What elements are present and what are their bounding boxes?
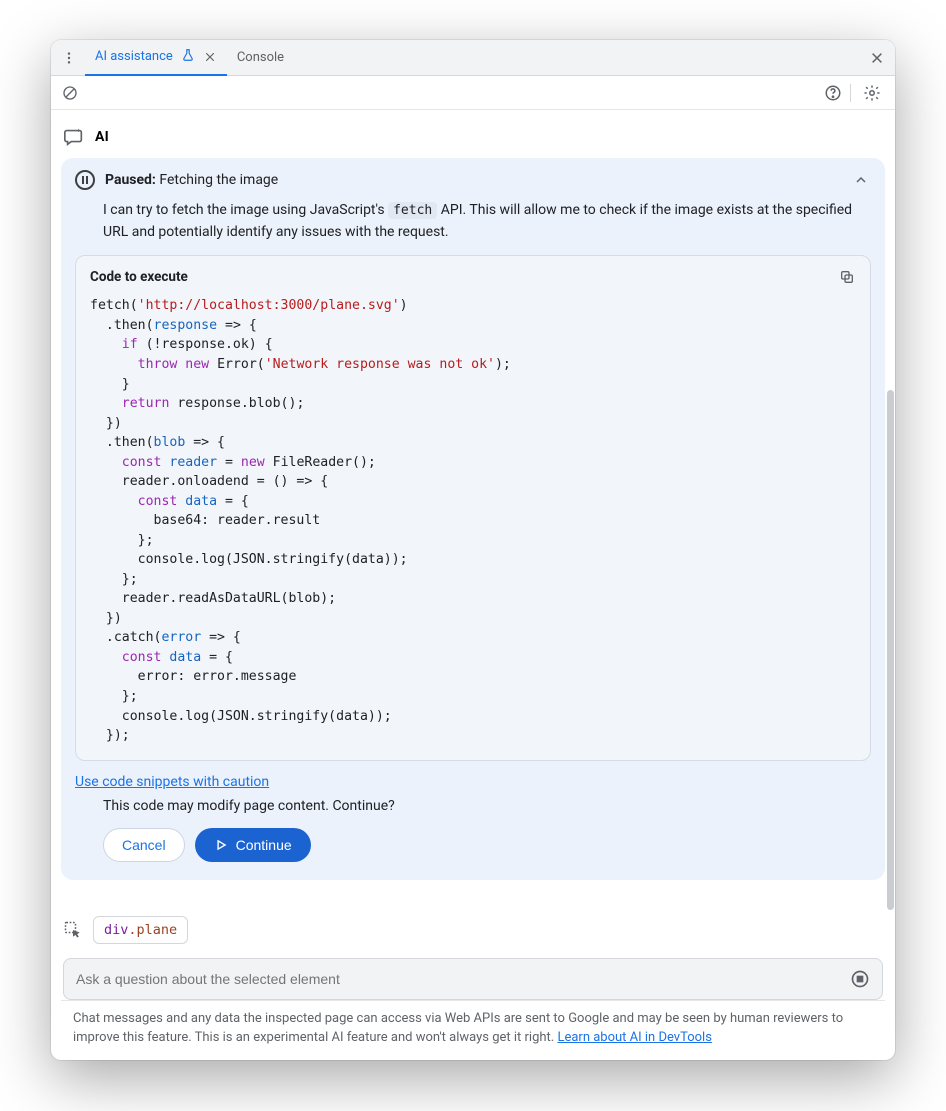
learn-link[interactable]: Learn about AI in DevTools <box>557 1030 711 1045</box>
footer-note: Chat messages and any data the inspected… <box>61 1000 885 1060</box>
tab-console[interactable]: Console <box>227 40 294 76</box>
caution-link-row: Use code snippets with caution <box>75 771 871 790</box>
clear-icon[interactable] <box>61 84 79 102</box>
tab-label: Console <box>237 50 284 65</box>
tab-bar: AI assistance Console <box>51 40 895 76</box>
pause-icon <box>75 170 95 190</box>
sparkle-chat-icon <box>63 126 85 148</box>
ai-header: AI <box>61 120 885 158</box>
code-block: Code to execute fetch('http://localhost:… <box>75 255 871 760</box>
cancel-button[interactable]: Cancel <box>103 828 185 862</box>
selector-row: div.plane <box>61 880 885 954</box>
element-chip[interactable]: div.plane <box>93 916 188 944</box>
content-area: AI Paused: Fetching the image I can try … <box>51 110 895 1060</box>
kebab-menu-icon[interactable] <box>57 46 81 70</box>
devtools-panel: AI assistance Console <box>51 40 895 1060</box>
gear-icon[interactable] <box>859 80 885 106</box>
tab-ai-assistance[interactable]: AI assistance <box>85 40 227 76</box>
copy-icon[interactable] <box>836 266 858 288</box>
play-icon <box>214 838 228 852</box>
help-icon[interactable] <box>820 80 846 106</box>
confirm-text: This code may modify page content. Conti… <box>61 790 885 814</box>
divider <box>850 84 851 102</box>
chevron-up-icon[interactable] <box>851 170 871 190</box>
continue-button[interactable]: Continue <box>195 828 311 862</box>
element-picker-icon[interactable] <box>63 920 83 940</box>
toolbar <box>51 76 895 110</box>
stop-icon[interactable] <box>850 969 870 989</box>
status-text: Paused: Fetching the image <box>105 172 278 188</box>
caution-link[interactable]: Use code snippets with caution <box>75 774 269 790</box>
code-content: fetch('http://localhost:3000/plane.svg')… <box>76 294 870 759</box>
ask-input-row <box>63 958 883 1000</box>
code-title: Code to execute <box>90 269 188 285</box>
close-panel-icon[interactable] <box>865 46 889 70</box>
ask-input[interactable] <box>76 971 850 987</box>
tab-label: AI assistance <box>95 49 173 64</box>
ai-label: AI <box>95 129 109 145</box>
card-description: I can try to fetch the image using JavaS… <box>61 196 885 255</box>
flask-icon <box>181 48 195 66</box>
scrollbar[interactable] <box>887 390 894 910</box>
paused-card: Paused: Fetching the image I can try to … <box>61 158 885 880</box>
card-header: Paused: Fetching the image <box>61 158 885 196</box>
action-row: Cancel Continue <box>61 814 885 880</box>
close-tab-icon[interactable] <box>203 50 217 64</box>
